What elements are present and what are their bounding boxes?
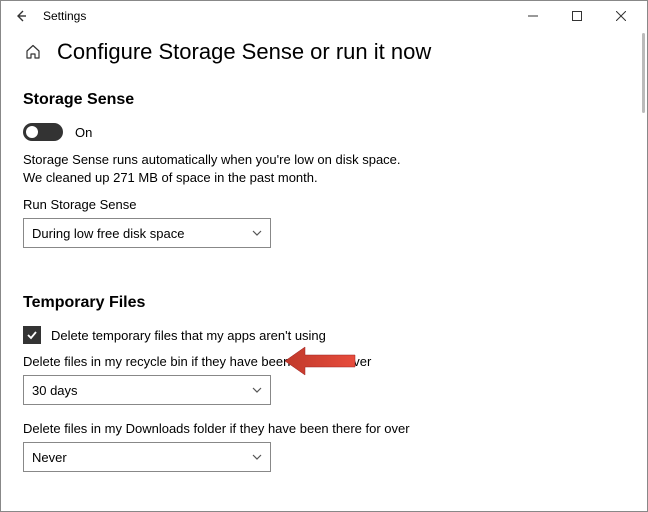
temporary-files-heading: Temporary Files — [23, 294, 625, 312]
downloads-label: Delete files in my Downloads folder if t… — [23, 421, 625, 436]
storage-sense-toggle-row: On — [23, 123, 625, 141]
close-button[interactable] — [599, 1, 643, 31]
downloads-dropdown[interactable]: Never — [23, 442, 271, 472]
recycle-bin-label: Delete files in my recycle bin if they h… — [23, 354, 625, 369]
title-bar: Settings — [1, 1, 647, 31]
delete-temp-files-label: Delete temporary files that my apps aren… — [51, 328, 326, 343]
back-arrow-icon — [14, 9, 28, 23]
delete-temp-files-checkbox[interactable] — [23, 326, 41, 344]
content-area: Storage Sense On Storage Sense runs auto… — [1, 83, 647, 511]
back-button[interactable] — [5, 1, 37, 31]
toggle-knob — [26, 126, 38, 138]
storage-sense-toggle[interactable] — [23, 123, 63, 141]
minimize-button[interactable] — [511, 1, 555, 31]
recycle-bin-dropdown[interactable]: 30 days — [23, 375, 271, 405]
run-storage-sense-dropdown[interactable]: During low free disk space — [23, 218, 271, 248]
scrollbar[interactable] — [642, 33, 645, 113]
maximize-icon — [572, 11, 582, 21]
page-title: Configure Storage Sense or run it now — [57, 39, 431, 65]
check-icon — [26, 329, 38, 341]
maximize-button[interactable] — [555, 1, 599, 31]
chevron-down-icon — [252, 227, 262, 239]
chevron-down-icon — [252, 451, 262, 463]
home-icon — [24, 43, 42, 61]
dropdown-value: 30 days — [32, 383, 78, 398]
minimize-icon — [528, 11, 538, 21]
delete-temp-files-row: Delete temporary files that my apps aren… — [23, 326, 625, 344]
dropdown-value: During low free disk space — [32, 226, 184, 241]
close-icon — [616, 11, 626, 21]
window-buttons — [511, 1, 643, 31]
home-button[interactable] — [23, 42, 43, 62]
toggle-state-label: On — [75, 125, 92, 140]
dropdown-value: Never — [32, 450, 67, 465]
page-header: Configure Storage Sense or run it now — [1, 31, 647, 83]
run-storage-sense-label: Run Storage Sense — [23, 197, 625, 212]
chevron-down-icon — [252, 384, 262, 396]
storage-sense-description: Storage Sense runs automatically when yo… — [23, 151, 403, 187]
app-title: Settings — [43, 9, 86, 23]
storage-sense-heading: Storage Sense — [23, 91, 625, 109]
